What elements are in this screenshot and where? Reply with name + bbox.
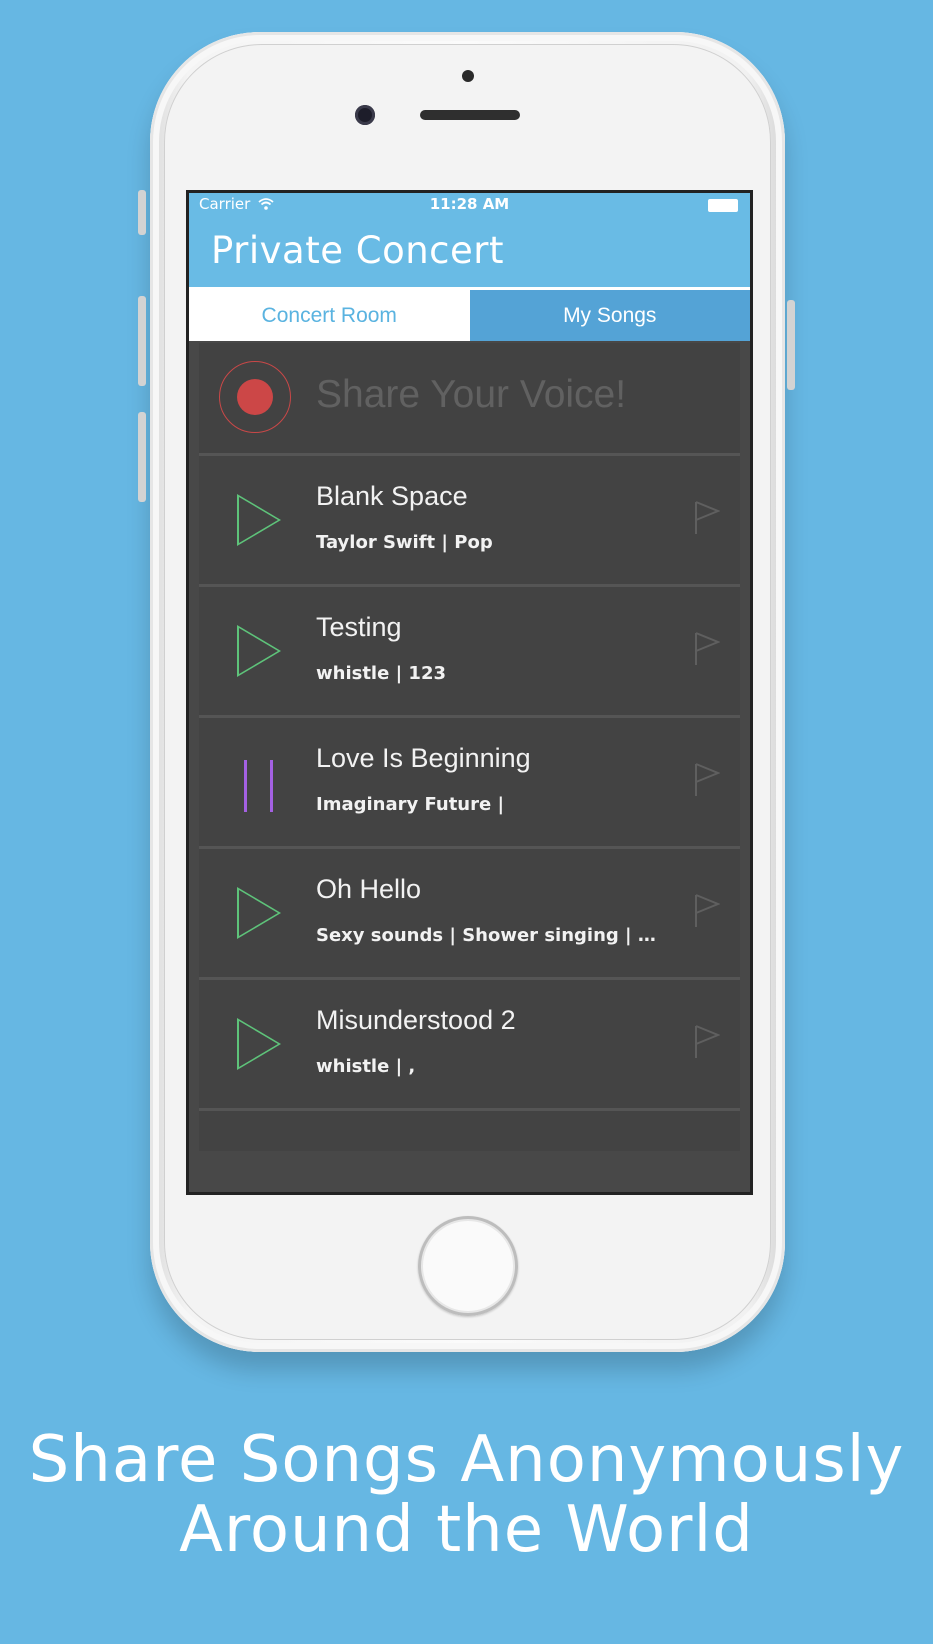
segmented-tabs: Concert Room My Songs	[189, 287, 750, 341]
flag-icon[interactable]	[694, 1024, 720, 1060]
record-icon[interactable]	[219, 361, 291, 433]
song-meta: Sexy sounds | Shower singing | We...	[316, 925, 661, 946]
song-meta: whistle | ,	[316, 1056, 416, 1077]
song-meta: Imaginary Future |	[316, 794, 505, 815]
song-title: Blank Space	[316, 481, 468, 511]
caption-line-2: Around the World	[179, 1493, 754, 1567]
volume-up-button	[138, 296, 146, 386]
list-item[interactable]: Blank Space Taylor Swift | Pop	[199, 456, 740, 587]
earpiece-speaker	[420, 110, 520, 120]
list-item[interactable]: Oh Hello Sexy sounds | Shower singing | …	[199, 849, 740, 980]
song-meta: Taylor Swift | Pop	[316, 532, 493, 553]
song-title: Misunderstood 2	[316, 1005, 516, 1035]
play-icon[interactable]	[237, 625, 281, 677]
song-title: Testing	[316, 612, 402, 642]
mute-switch	[138, 190, 146, 235]
record-row[interactable]: Share Your Voice!	[199, 343, 740, 456]
battery-icon	[708, 199, 738, 212]
app-title: Private Concert	[211, 229, 505, 272]
caption-line-1: Share Songs Anonymously	[28, 1423, 905, 1497]
pause-icon[interactable]	[244, 760, 276, 812]
song-title: Love Is Beginning	[316, 743, 531, 773]
song-meta: whistle | 123	[316, 663, 446, 684]
volume-down-button	[138, 412, 146, 502]
record-label: Share Your Voice!	[316, 373, 627, 416]
pause-bar-left	[244, 760, 247, 812]
play-icon[interactable]	[237, 1018, 281, 1070]
flag-icon[interactable]	[694, 500, 720, 536]
app-screen: Carrier 11:28 AM Private Concert Concert…	[186, 190, 753, 1195]
nav-bar: Private Concert	[189, 215, 750, 287]
list-item[interactable]: Misunderstood 2 whistle | ,	[199, 980, 740, 1111]
pause-bar-right	[270, 760, 273, 812]
song-list: Share Your Voice! Blank Space Taylor Swi…	[199, 343, 740, 1151]
play-icon[interactable]	[237, 494, 281, 546]
record-dot	[237, 379, 273, 415]
home-button[interactable]	[418, 1216, 518, 1316]
flag-icon[interactable]	[694, 631, 720, 667]
flag-icon[interactable]	[694, 893, 720, 929]
list-item[interactable]: Testing whistle | 123	[199, 587, 740, 718]
song-title: Oh Hello	[316, 874, 422, 904]
list-item-partial[interactable]	[199, 1111, 740, 1151]
front-camera	[355, 105, 375, 125]
play-icon[interactable]	[237, 887, 281, 939]
tab-my-songs[interactable]: My Songs	[469, 290, 750, 341]
flag-icon[interactable]	[694, 762, 720, 798]
status-time: 11:28 AM	[429, 195, 510, 213]
power-button	[787, 300, 795, 390]
proximity-sensor	[462, 70, 474, 82]
list-item[interactable]: Love Is Beginning Imaginary Future |	[199, 718, 740, 849]
tab-concert-room[interactable]: Concert Room	[189, 290, 470, 341]
status-bar: Carrier 11:28 AM	[189, 193, 750, 215]
